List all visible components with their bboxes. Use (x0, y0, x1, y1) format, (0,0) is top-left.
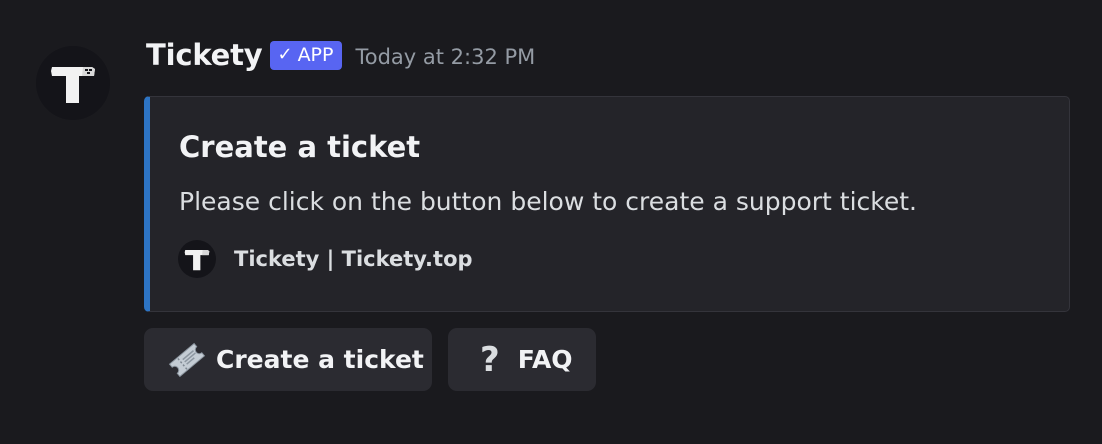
create-ticket-button[interactable]: Create a ticket (144, 328, 432, 391)
message-header: Tickety ✓ APP Today at 2:32 PM (146, 34, 535, 76)
app-badge: ✓ APP (270, 40, 343, 70)
message-timestamp: Today at 2:32 PM (355, 45, 536, 69)
author-name[interactable]: Tickety (146, 38, 263, 72)
embed-footer: Tickety | Tickety.top (178, 240, 473, 278)
embed-footer-text: Tickety | Tickety.top (234, 247, 473, 271)
faq-button[interactable]: ? FAQ (448, 328, 596, 391)
footer-avatar (178, 240, 216, 278)
tickety-logo-icon (51, 67, 95, 103)
check-icon: ✓ (277, 44, 293, 65)
avatar[interactable] (36, 46, 110, 120)
embed: Create a ticket Please click on the butt… (144, 96, 1070, 312)
app-badge-label: APP (297, 44, 334, 66)
question-mark-icon: ? (480, 339, 500, 380)
embed-title: Create a ticket (179, 130, 421, 164)
ticket-icon (168, 342, 206, 377)
create-ticket-button-label: Create a ticket (216, 345, 424, 374)
tickety-logo-icon (184, 250, 210, 271)
embed-description: Please click on the button below to crea… (179, 187, 917, 216)
faq-button-label: FAQ (517, 345, 573, 374)
